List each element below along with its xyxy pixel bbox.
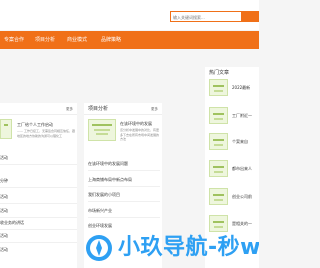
search-box — [170, 11, 259, 22]
left-feature-image[interactable] — [0, 119, 12, 139]
nav-item-business-model[interactable]: 商业模式 — [67, 36, 87, 44]
hot-article-thumb — [209, 79, 228, 96]
left-list-item[interactable]: 分钟 — [0, 178, 8, 184]
mid-list-item[interactable]: 我们发展的小项目 — [88, 192, 120, 198]
watermark: 小玖导航-秒w — [84, 232, 259, 264]
mid-list-item[interactable]: 上海商铺布局中新点布局 — [88, 177, 132, 183]
hot-article-item[interactable]: 创业公司前 — [205, 188, 259, 210]
hot-articles-title: 热门文章 — [209, 70, 230, 76]
left-feature-desc: —— 工作日接工，无需签合同相互信任，跟地区的地方协助的沟通可以理化工 — [17, 129, 75, 138]
left-more-link[interactable]: 更多 — [66, 106, 73, 112]
compass-icon — [86, 235, 112, 261]
mid-card-header: 项目分析 更多 — [84, 103, 162, 115]
left-card-header: 更多 — [0, 103, 77, 115]
mid-feature-title[interactable]: 在该环境中的发展 — [120, 121, 152, 126]
hot-article-title: 2022最新 — [232, 85, 251, 90]
search-input[interactable] — [173, 13, 233, 21]
mid-card-title: 项目分析 — [88, 106, 109, 112]
mid-list-item[interactable]: 在该环境中的发展问题 — [88, 161, 128, 167]
left-list-item[interactable]: 活动 — [0, 194, 8, 200]
hot-article-title: 工厂附近一 — [232, 113, 252, 118]
hot-article-item[interactable]: 个案来自 — [205, 133, 259, 155]
hot-article-thumb — [209, 215, 228, 232]
hot-article-title: 是相关的一 — [232, 221, 252, 226]
nav-item-cooperation[interactable]: 专案合作 — [4, 36, 24, 44]
nav-item-analysis[interactable]: 项目分析 — [35, 36, 55, 44]
left-card: 更多 工厂给个人工作启动 —— 工作日接工，无需签合同相互信任，跟地区的地方协助… — [0, 103, 77, 268]
hot-article-title: 都市出来人 — [232, 166, 252, 171]
hot-article-thumb — [209, 188, 228, 205]
left-list-item[interactable]: 活动 — [0, 155, 8, 161]
mid-list-item[interactable]: 创业环境发展 — [88, 223, 112, 229]
hot-article-item[interactable]: 工厂附近一 — [205, 107, 259, 129]
hot-article-thumb — [209, 133, 228, 150]
left-list-item[interactable]: 活动 — [0, 247, 8, 253]
search-button[interactable] — [241, 11, 259, 22]
hot-article-thumb — [209, 107, 228, 124]
left-list-item[interactable]: 活动 — [0, 208, 8, 214]
breadcrumb — [0, 54, 259, 62]
hot-article-thumb — [209, 160, 228, 177]
nav-item-brand[interactable]: 品牌策略 — [101, 36, 121, 44]
left-list-item[interactable]: 活动 — [0, 233, 8, 239]
mid-feature-desc: 该分析中发展中的对比，有更多下去在所有市场中间发展的方法 — [120, 128, 160, 141]
hot-article-item[interactable]: 都市出来人 — [205, 160, 259, 182]
mid-list-item[interactable]: 市场新兴产业 — [88, 208, 112, 214]
top-bar — [0, 0, 259, 30]
hot-article-title: 创业公司前 — [232, 194, 252, 199]
hot-article-title: 个案来自 — [232, 139, 248, 144]
hot-article-item[interactable]: 2022最新 — [205, 79, 259, 101]
mid-more-link[interactable]: 更多 — [151, 106, 158, 112]
page: 专案合作 项目分析 商业模式 品牌策略 更多 工厂给个人工作启动 —— 工作日接… — [0, 0, 259, 268]
main-nav: 专案合作 项目分析 商业模式 品牌策略 — [0, 31, 259, 49]
watermark-text: 小玖导航-秒w — [118, 235, 259, 260]
left-feature-title[interactable]: 工厂给个人工作启动 — [17, 122, 53, 127]
hot-articles-header: 热门文章 — [205, 67, 259, 79]
mid-feature-image[interactable] — [88, 119, 116, 141]
left-list-item[interactable]: 收业务的讲话 — [0, 220, 24, 226]
